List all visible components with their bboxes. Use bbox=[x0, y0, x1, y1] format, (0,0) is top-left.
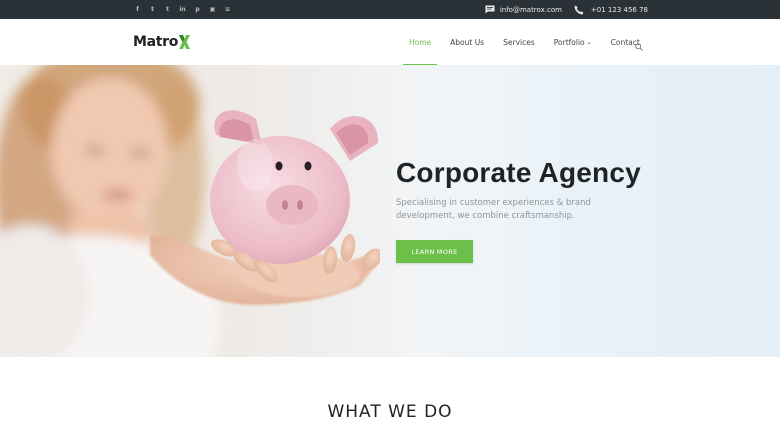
main-header: Matro Home About Us Services Portfolio ⌄ … bbox=[0, 19, 780, 66]
section-title: WHAT WE DO bbox=[327, 402, 453, 422]
chevron-down-icon: ⌄ bbox=[586, 38, 592, 46]
tumblr-icon[interactable]: t bbox=[163, 0, 172, 19]
phone-icon bbox=[574, 5, 584, 15]
hero-subtitle: Specialising in customer experiences & b… bbox=[396, 198, 591, 221]
hero-title: Corporate Agency bbox=[396, 157, 641, 188]
logo[interactable]: Matro bbox=[133, 32, 191, 52]
phone-number: +01 123 456 78 bbox=[590, 5, 648, 14]
linkedin-icon[interactable]: in bbox=[178, 0, 187, 19]
nav-home[interactable]: Home bbox=[402, 19, 438, 66]
contact-info: info@matrox.com +01 123 456 78 bbox=[485, 0, 648, 19]
instagram-icon[interactable]: ▣ bbox=[208, 0, 217, 19]
search-icon[interactable] bbox=[635, 38, 643, 56]
social-links: f t t in p ▣ ≡ bbox=[133, 0, 232, 19]
logo-text: Matro bbox=[133, 34, 179, 50]
pinterest-icon[interactable]: p bbox=[193, 0, 202, 19]
nav-portfolio[interactable]: Portfolio ⌄ bbox=[554, 19, 592, 65]
nav-about-us[interactable]: About Us bbox=[450, 19, 484, 65]
twitter-icon[interactable]: t bbox=[148, 0, 157, 19]
learn-more-button[interactable]: LEARN MORE bbox=[396, 240, 473, 263]
top-bar: f t t in p ▣ ≡ info@matrox.com +01 123 4… bbox=[0, 0, 780, 19]
rss-icon[interactable]: ≡ bbox=[223, 0, 232, 19]
nav-portfolio-label: Portfolio bbox=[553, 37, 585, 47]
logo-mark-icon bbox=[179, 35, 191, 49]
hero-image bbox=[0, 65, 380, 357]
main-nav: Home About Us Services Portfolio ⌄ Contac… bbox=[402, 19, 659, 66]
hero-banner: Corporate Agency Specialising in custome… bbox=[0, 65, 780, 357]
message-icon bbox=[485, 5, 495, 14]
email-link[interactable]: info@matrox.com bbox=[500, 6, 562, 14]
facebook-icon[interactable]: f bbox=[133, 0, 142, 19]
nav-services[interactable]: Services bbox=[503, 19, 535, 65]
